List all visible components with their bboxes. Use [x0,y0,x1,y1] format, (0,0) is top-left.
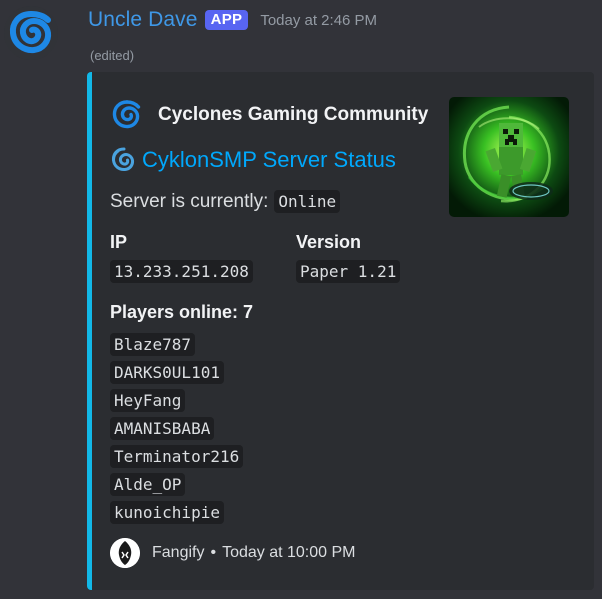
username[interactable]: Uncle Dave [88,6,198,34]
list-item: Terminator216 [110,443,244,471]
server-status-value: Online [274,190,341,213]
players-heading: Players online: 7 [110,302,254,322]
cyclone-icon [110,98,144,132]
embed-author-name[interactable]: Cyclones Gaming Community [158,104,428,126]
field-version-value: Paper 1.21 [296,260,401,283]
embed-author: Cyclones Gaming Community [110,98,428,132]
app-badge: APP [204,10,249,30]
creeper-portal-image [449,97,569,217]
player-name: Terminator216 [110,445,244,468]
chat-message: Uncle Dave APP Today at 2:46 PM (edited)… [0,0,602,599]
embed-title-link[interactable]: CyklonSMP Server Status [110,146,396,174]
server-version: Paper 1.21 [296,260,401,283]
field-version-name: Version [296,232,362,252]
footer-time: Today at 10:00 PM [222,544,356,561]
list-item: HeyFang [110,387,243,415]
embed-accent-bar [87,72,92,590]
players-list: Blaze787 DARKS0UL101 HeyFang AMANISBABA … [110,331,244,527]
list-item: kunoichipie [110,499,243,527]
footer-separator: • [210,544,217,561]
player-name: Blaze787 [110,333,196,356]
cyclone-icon [4,6,58,60]
description-text: Server is currently: [110,190,269,212]
list-item: Blaze787 [110,331,243,359]
fangify-icon [110,538,140,568]
embed-description: Server is currently: Online [110,190,341,213]
field-ip-name: IP [110,232,128,252]
list-item: AMANISBABA [110,415,243,443]
player-name: Alde_OP [110,473,186,496]
embed-title-text[interactable]: CyklonSMP Server Status [142,146,396,174]
avatar[interactable] [4,6,58,60]
message-header: Uncle Dave APP Today at 2:46 PM [88,6,377,34]
list-item: DARKS0UL101 [110,359,243,387]
embed-card: Cyclones Gaming Community CyklonSMP Serv… [87,72,594,590]
footer-text: Fangify • Today at 10:00 PM [152,544,356,562]
edited-label: (edited) [90,48,135,63]
ip-address: 13.233.251.208 [110,260,253,283]
embed-footer: Fangify • Today at 10:00 PM [110,538,356,568]
player-name: kunoichipie [110,501,224,524]
footer-name: Fangify [152,544,205,561]
field-ip-value: 13.233.251.208 [110,260,253,283]
message-timestamp[interactable]: Today at 2:46 PM [260,12,377,29]
player-name: DARKS0UL101 [110,361,224,384]
player-name: AMANISBABA [110,417,215,440]
list-item: Alde_OP [110,471,243,499]
cyclone-icon [110,146,138,174]
player-name: HeyFang [110,389,186,412]
embed-thumbnail[interactable] [449,97,569,217]
